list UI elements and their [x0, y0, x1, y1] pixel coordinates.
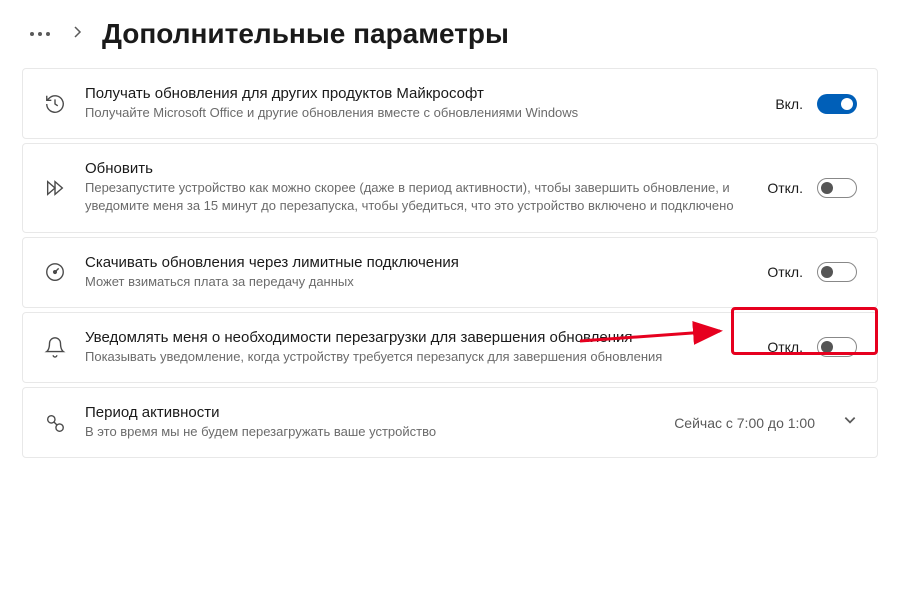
setting-title: Период активности [85, 404, 656, 421]
setting-control: Сейчас с 7:00 до 1:00 [674, 413, 857, 432]
toggle-notify-restart[interactable] [817, 337, 857, 357]
setting-other-products: Получать обновления для других продуктов… [22, 68, 878, 139]
bell-icon [43, 335, 67, 359]
setting-desc: В это время мы не будем перезагружать ва… [85, 423, 656, 441]
setting-active-hours[interactable]: Период активности В это время мы не буде… [22, 387, 878, 458]
setting-desc: Показывать уведомление, когда устройству… [85, 348, 749, 366]
toggle-label: Откл. [767, 180, 803, 196]
history-icon [43, 92, 67, 116]
page-title: Дополнительные параметры [102, 18, 509, 50]
setting-content: Получать обновления для других продуктов… [85, 85, 757, 122]
toggle-restart-asap[interactable] [817, 178, 857, 198]
chevron-right-icon [72, 25, 84, 43]
setting-control: Откл. [767, 337, 857, 357]
toggle-label: Вкл. [775, 96, 803, 112]
setting-metered-download: Скачивать обновления через лимитные подк… [22, 237, 878, 308]
gauge-icon [43, 260, 67, 284]
setting-title: Обновить [85, 160, 749, 177]
more-button[interactable] [26, 28, 54, 40]
setting-notify-restart: Уведомлять меня о необходимости перезагр… [22, 312, 878, 383]
active-hours-status: Сейчас с 7:00 до 1:00 [674, 415, 815, 431]
setting-content: Период активности В это время мы не буде… [85, 404, 656, 441]
setting-title: Скачивать обновления через лимитные подк… [85, 254, 749, 271]
setting-desc: Может взиматься плата за передачу данных [85, 273, 749, 291]
setting-desc: Получайте Microsoft Office и другие обно… [85, 104, 757, 122]
toggle-metered-download[interactable] [817, 262, 857, 282]
settings-list: Получать обновления для других продуктов… [0, 68, 900, 458]
setting-desc: Перезапустите устройство как можно скоре… [85, 179, 749, 215]
header: Дополнительные параметры [0, 0, 900, 68]
setting-content: Обновить Перезапустите устройство как мо… [85, 160, 749, 215]
toggle-label: Откл. [767, 264, 803, 280]
chevron-down-icon [843, 413, 857, 432]
activity-icon [43, 411, 67, 435]
setting-control: Откл. [767, 178, 857, 198]
setting-control: Вкл. [775, 94, 857, 114]
toggle-label: Откл. [767, 339, 803, 355]
setting-title: Уведомлять меня о необходимости перезагр… [85, 329, 749, 346]
fast-forward-icon [43, 176, 67, 200]
setting-control: Откл. [767, 262, 857, 282]
setting-content: Уведомлять меня о необходимости перезагр… [85, 329, 749, 366]
setting-restart-asap: Обновить Перезапустите устройство как мо… [22, 143, 878, 232]
setting-content: Скачивать обновления через лимитные подк… [85, 254, 749, 291]
toggle-other-products[interactable] [817, 94, 857, 114]
setting-title: Получать обновления для других продуктов… [85, 85, 757, 102]
